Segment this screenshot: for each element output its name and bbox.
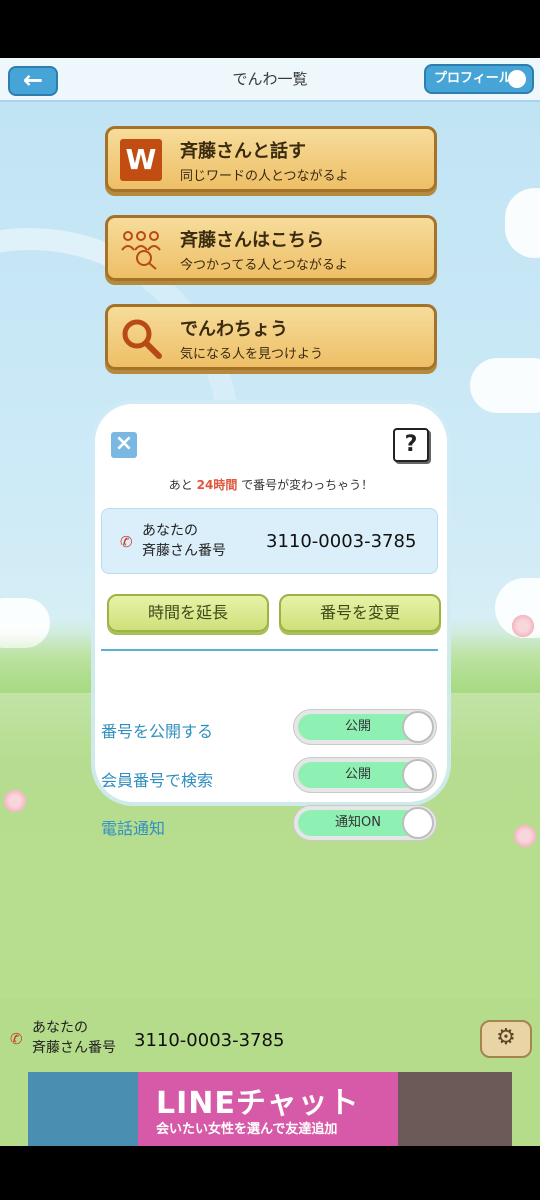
flower-decoration (510, 613, 536, 639)
setting-label-search: 会員番号で検索 (101, 771, 214, 790)
flower-decoration (2, 788, 28, 814)
phonebook-card[interactable]: でんわちょう 気になる人を見つけよう (105, 304, 437, 370)
card-subtitle: 同じワードの人とつながるよ (180, 169, 349, 184)
app-screen: ← でんわ一覧 プロフィール W 斉藤さんと話す 同じワードの人とつながるよ 斉… (0, 58, 540, 1146)
toggle-knob (402, 759, 434, 791)
number-box: ✆ あなたの 斉藤さん番号 3110-0003-3785 (101, 508, 438, 574)
profile-button[interactable]: プロフィール (424, 64, 534, 94)
help-icon[interactable]: ? (393, 428, 429, 462)
number-label: あなたの 斉藤さん番号 (32, 1018, 116, 1058)
card-subtitle: 今つかってる人とつながるよ (180, 258, 348, 273)
current-users-card[interactable]: 斉藤さんはこちら 今つかってる人とつながるよ (105, 215, 437, 281)
toggle-state: 公開 (298, 762, 418, 788)
card-title: 斉藤さんと話す (180, 141, 306, 162)
cloud-decoration (505, 188, 540, 258)
back-arrow-icon: ← (22, 66, 44, 94)
notice-hours: 24時間 (196, 478, 238, 492)
profile-button-label: プロフィール (434, 71, 512, 86)
phone-icon: ✆ (10, 1030, 23, 1048)
search-icon (122, 319, 162, 359)
toggle-state: 通知ON (298, 810, 418, 836)
number-modal: × ? あと 24時間 で番号が変わっちゃう！ ✆ あなたの 斉藤さん番号 31… (95, 404, 447, 841)
number-label: あなたの 斉藤さん番号 (142, 521, 226, 561)
top-header: ← でんわ一覧 プロフィール (0, 58, 540, 102)
status-bar (0, 0, 540, 58)
toggle-state: 公開 (298, 714, 418, 740)
toggle-knob (402, 711, 434, 743)
ad-title: LINEチャット (156, 1086, 360, 1121)
ad-banner[interactable]: LINEチャット 会いたい女性を選んで友達追加 (28, 1072, 512, 1146)
toggle-knob (402, 807, 434, 839)
bottom-number-bar: ✆ あなたの 斉藤さん番号 3110-0003-3785 (0, 1010, 540, 1074)
card-title: 斉藤さんはこちら (180, 230, 324, 251)
flower-decoration (512, 823, 538, 849)
phone-icon: ✆ (120, 533, 133, 551)
page-title: でんわ一覧 (232, 70, 308, 88)
system-nav-bar (0, 1146, 540, 1200)
number-label-line: 斉藤さん番号 (32, 1040, 116, 1056)
talk-word-card[interactable]: W 斉藤さんと話す 同じワードの人とつながるよ (105, 126, 437, 192)
expiry-notice: あと 24時間 で番号が変わっちゃう！ (95, 476, 447, 493)
phone-number: 3110-0003-3785 (134, 1030, 285, 1051)
close-icon[interactable]: × (111, 432, 137, 458)
extend-time-button[interactable]: 時間を延長 (107, 594, 269, 632)
search-toggle[interactable]: 公開 (293, 757, 437, 793)
change-number-button[interactable]: 番号を変更 (279, 594, 441, 632)
w-icon: W (120, 139, 162, 181)
people-search-icon (121, 231, 161, 270)
divider (101, 649, 438, 651)
cat-icon (508, 70, 526, 88)
phone-number: 3110-0003-3785 (266, 531, 417, 552)
setting-label-publish: 番号を公開する (101, 722, 214, 741)
back-button[interactable]: ← (8, 66, 58, 96)
notify-toggle[interactable]: 通知ON (293, 805, 437, 841)
notice-text: で番号が変わっちゃう！ (241, 478, 374, 492)
notice-text: あと (168, 478, 193, 492)
publish-toggle[interactable]: 公開 (293, 709, 437, 745)
setting-label-notify: 電話通知 (101, 819, 166, 838)
cloud-decoration (470, 358, 540, 413)
card-subtitle: 気になる人を見つけよう (180, 347, 324, 362)
number-label-line: あなたの (32, 1020, 88, 1036)
settings-gear-icon[interactable]: ⚙ (480, 1020, 532, 1058)
number-label-line: あなたの (142, 523, 198, 539)
ad-subtitle: 会いたい女性を選んで友達追加 (156, 1122, 338, 1137)
card-title: でんわちょう (180, 319, 288, 340)
number-label-line: 斉藤さん番号 (142, 543, 226, 559)
